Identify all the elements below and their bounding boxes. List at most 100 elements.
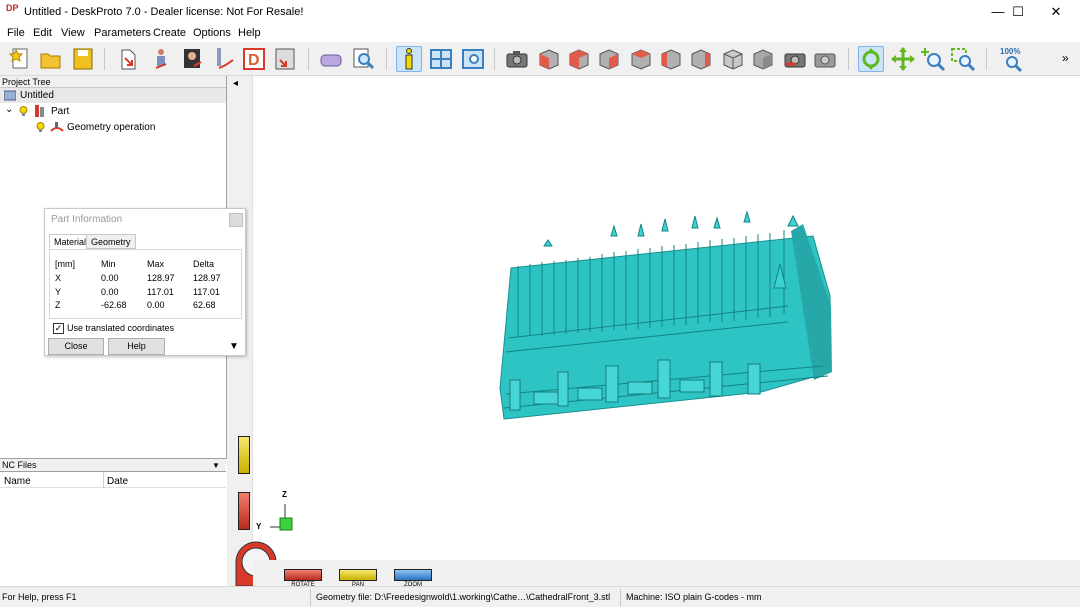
close-window-button[interactable]: ✕ bbox=[1036, 0, 1076, 24]
tab-material[interactable]: Material bbox=[49, 234, 92, 249]
part-parameters-button[interactable] bbox=[148, 46, 174, 72]
zoom-bar[interactable] bbox=[394, 569, 432, 581]
maximize-button[interactable]: ☐ bbox=[998, 0, 1038, 24]
erase-button[interactable] bbox=[318, 46, 344, 72]
save-project-button[interactable] bbox=[70, 46, 96, 72]
3d-model-render[interactable] bbox=[228, 76, 1080, 560]
dropdown-arrow-icon[interactable]: ▼ bbox=[212, 459, 220, 472]
tree-item-geometry-operation[interactable]: Geometry operation bbox=[0, 120, 226, 135]
translated-coords-label[interactable]: Use translated coordinates bbox=[67, 323, 174, 333]
app-logo-icon[interactable]: DP bbox=[6, 4, 20, 20]
tree-item-part[interactable]: ⌄ Part bbox=[0, 104, 226, 119]
rotate-mode-button[interactable] bbox=[858, 46, 884, 72]
dialog-close-icon[interactable] bbox=[229, 213, 243, 227]
window-grid-icon bbox=[430, 49, 452, 69]
operation-icon bbox=[50, 122, 64, 132]
cube-plain-icon bbox=[753, 49, 773, 70]
cutter-tool-icon bbox=[217, 48, 234, 69]
row-y-max: 117.01 bbox=[147, 287, 174, 297]
close-button[interactable]: Close bbox=[48, 338, 104, 355]
row-y-delta: 117.01 bbox=[193, 287, 220, 297]
zoom-in-icon bbox=[921, 48, 946, 72]
expand-arrow-icon[interactable]: ▼ bbox=[229, 341, 239, 352]
translated-coords-checkbox[interactable]: ✓ bbox=[53, 323, 64, 334]
menu-edit[interactable]: Edit bbox=[33, 27, 52, 39]
menu-options[interactable]: Options bbox=[193, 27, 231, 39]
axis-cube-icon bbox=[270, 504, 293, 531]
menu-view[interactable]: View bbox=[61, 27, 85, 39]
pan-mode-button[interactable] bbox=[890, 46, 916, 72]
save-nc-icon bbox=[275, 48, 295, 70]
open-project-button[interactable] bbox=[38, 46, 64, 72]
d-letter-icon: D bbox=[243, 48, 265, 70]
part-info-button[interactable] bbox=[396, 46, 422, 72]
view-top-button[interactable] bbox=[688, 46, 714, 72]
nc-files-column-header: Name Date bbox=[0, 472, 226, 488]
row-x-label: X bbox=[55, 273, 62, 283]
project-tree-header: Project Tree bbox=[0, 76, 226, 88]
rotate-arrows-icon bbox=[862, 48, 880, 70]
camera-redo-icon bbox=[814, 53, 836, 68]
redo-view-button[interactable] bbox=[812, 46, 838, 72]
zoom-mode-button[interactable] bbox=[920, 46, 946, 72]
view-right-button[interactable] bbox=[658, 46, 684, 72]
view-front-button[interactable] bbox=[566, 46, 592, 72]
operation-button[interactable] bbox=[212, 46, 238, 72]
nc-col-name[interactable]: Name bbox=[4, 476, 31, 487]
part-information-dialog: Part Information Material Geometry [mm] … bbox=[44, 208, 246, 356]
snapshot-button[interactable] bbox=[504, 46, 530, 72]
undo-view-button[interactable] bbox=[782, 46, 808, 72]
toolbar-overflow-button[interactable]: » bbox=[1062, 51, 1069, 65]
tab-geometry[interactable]: Geometry bbox=[86, 234, 136, 249]
bitmap-button[interactable] bbox=[180, 46, 206, 72]
zoom-100-label: 100% bbox=[1000, 47, 1021, 56]
3d-viewport[interactable]: ◂ Z Y ROTATE PAN ZOOM bbox=[228, 76, 1080, 588]
zoom-window-icon bbox=[951, 48, 976, 72]
view-back-button[interactable] bbox=[596, 46, 622, 72]
cathedral-model bbox=[499, 210, 832, 420]
help-button[interactable]: Help bbox=[108, 338, 165, 355]
import-geometry-button[interactable] bbox=[116, 46, 142, 72]
tree-part-label: Part bbox=[51, 106, 70, 117]
menu-file[interactable]: File bbox=[7, 27, 25, 39]
create-nc-button[interactable]: D bbox=[242, 46, 268, 72]
inspect-button[interactable] bbox=[350, 46, 376, 72]
menu-bar: File Edit View Parameters Create Options… bbox=[0, 24, 1080, 42]
row-x-max: 128.97 bbox=[147, 273, 175, 283]
nc-col-date[interactable]: Date bbox=[107, 476, 128, 487]
info-icon bbox=[405, 48, 413, 70]
zoom-window-button[interactable] bbox=[950, 46, 976, 72]
save-nc-button[interactable] bbox=[272, 46, 298, 72]
part-icon bbox=[35, 105, 44, 117]
cube-front-icon bbox=[569, 49, 589, 70]
title-bar: DP Untitled - DeskProto 7.0 - Dealer lic… bbox=[0, 0, 1080, 24]
rotate-bar[interactable] bbox=[284, 569, 322, 581]
window-zoom-icon bbox=[462, 49, 484, 69]
camera-undo-icon bbox=[784, 53, 806, 68]
cube-gray-icon bbox=[723, 49, 743, 70]
view-window-button[interactable] bbox=[460, 46, 486, 72]
magnifier-icon bbox=[353, 48, 375, 70]
row-z-label: Z bbox=[55, 300, 61, 310]
menu-parameters[interactable]: Parameters bbox=[94, 27, 151, 39]
layout-button[interactable] bbox=[428, 46, 454, 72]
zoom-100-button[interactable]: 100% bbox=[998, 46, 1028, 73]
window-title: Untitled - DeskProto 7.0 - Dealer licens… bbox=[24, 6, 304, 18]
main-toolbar: D 100% » bbox=[0, 42, 1080, 76]
nc-files-header: NC Files ▼ bbox=[0, 459, 226, 472]
status-machine: Machine: ISO plain G-codes - mm bbox=[626, 592, 762, 602]
lightbulb-icon[interactable] bbox=[19, 106, 28, 117]
axis-indicator: Z Y bbox=[248, 490, 308, 538]
expand-chevron-icon[interactable]: ⌄ bbox=[5, 102, 13, 117]
tree-item-untitled[interactable]: Untitled bbox=[0, 88, 226, 103]
menu-create[interactable]: Create bbox=[153, 27, 186, 39]
new-project-button[interactable] bbox=[8, 46, 34, 72]
view-default-button[interactable] bbox=[750, 46, 776, 72]
view-bottom-button[interactable] bbox=[720, 46, 746, 72]
pan-bar[interactable] bbox=[339, 569, 377, 581]
portrait-icon bbox=[184, 49, 202, 68]
view-left-button[interactable] bbox=[628, 46, 654, 72]
view-iso-button[interactable] bbox=[536, 46, 562, 72]
menu-help[interactable]: Help bbox=[238, 27, 261, 39]
lightbulb-icon[interactable] bbox=[36, 122, 45, 133]
